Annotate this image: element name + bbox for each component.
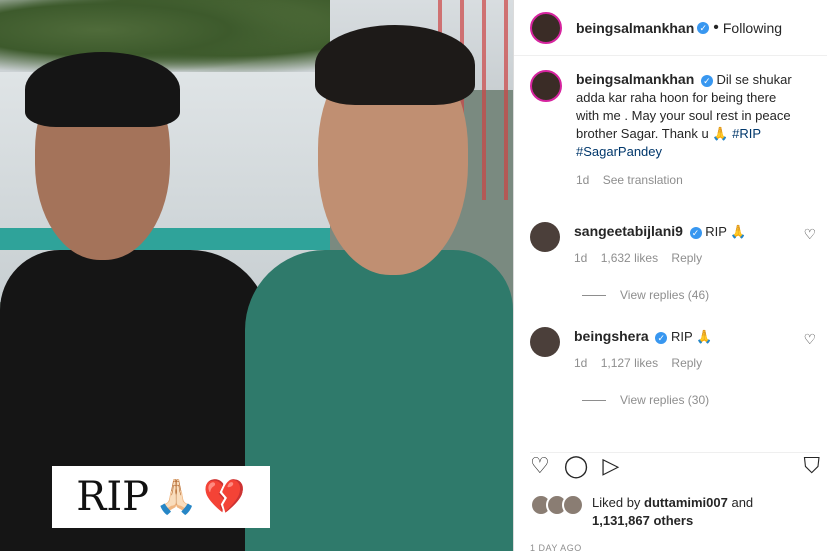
comment-item: beingshera ✓ RIP 🙏 1d 1,127 likes Reply …	[530, 327, 820, 372]
caption-avatar[interactable]	[530, 70, 562, 102]
liker-username[interactable]: duttamimi007	[644, 495, 728, 510]
author-username[interactable]: beingsalmankhan	[576, 20, 694, 36]
like-heart-icon[interactable]: ♡	[530, 453, 550, 479]
view-replies-label: View replies (30)	[620, 393, 710, 407]
comment-username[interactable]: sangeetabijlani9	[574, 223, 683, 239]
comment-likes[interactable]: 1,632 likes	[601, 251, 658, 265]
comment-time: 1d	[574, 251, 588, 265]
verified-badge-icon: ✓	[689, 226, 702, 239]
caption-username[interactable]: beingsalmankhan	[576, 71, 694, 87]
view-replies-button[interactable]: View replies (46)	[582, 288, 709, 302]
comment-avatar[interactable]	[530, 327, 560, 357]
praying-hands-icon: 🙏🏻	[155, 478, 198, 516]
comment-text: RIP 🙏	[670, 329, 713, 344]
verified-badge-icon: ✓	[697, 21, 710, 34]
comment-username[interactable]: beingshera	[574, 328, 649, 344]
comment-text: RIP 🙏	[705, 224, 747, 239]
rip-overlay: RIP 🙏🏻 💔	[52, 466, 270, 528]
likes-mid: and	[727, 495, 754, 510]
view-replies-label: View replies (46)	[620, 288, 710, 302]
comment-like-heart-icon[interactable]: ♡	[803, 331, 816, 348]
likes-summary: Liked by duttamimi007 and 1,131,867 othe…	[530, 494, 753, 530]
likes-count[interactable]: 1,131,867 others	[592, 513, 693, 528]
comment-avatar[interactable]	[530, 222, 560, 252]
photo-person-left-hair	[25, 52, 180, 127]
post-timestamp: 1 DAY AGO	[530, 543, 582, 553]
following-button[interactable]: Following	[723, 20, 782, 36]
rip-overlay-text: RIP	[76, 474, 150, 520]
photo-person-right-body	[245, 250, 513, 551]
comment-time: 1d	[574, 356, 588, 370]
photo-person-right-hair	[315, 25, 475, 105]
likes-prefix: Liked by	[592, 495, 645, 510]
post-caption: beingsalmankhan ✓ Dil se shukar adda kar…	[514, 56, 827, 189]
broken-heart-icon: 💔	[203, 478, 246, 516]
save-bookmark-icon[interactable]: ⛉	[803, 453, 820, 479]
share-paper-plane-icon[interactable]: ▷	[602, 453, 619, 479]
post-header: beingsalmankhan ✓ • Following	[514, 0, 827, 56]
verified-badge-icon: ✓	[700, 74, 713, 87]
verified-badge-icon: ✓	[655, 331, 668, 344]
comment-like-heart-icon[interactable]: ♡	[803, 226, 816, 243]
post-side-panel: beingsalmankhan ✓ • Following beingsalma…	[513, 0, 827, 553]
view-replies-button[interactable]: View replies (30)	[582, 393, 709, 407]
post-actions-bar: ♡ ◯ ▷ ⛉	[530, 452, 820, 479]
comment-bubble-icon[interactable]: ◯	[564, 453, 589, 479]
comment-reply-button[interactable]: Reply	[671, 356, 702, 370]
comment-reply-button[interactable]: Reply	[671, 251, 702, 265]
author-avatar[interactable]	[530, 11, 562, 44]
photo-truck-stripe	[0, 228, 330, 250]
view-replies-line	[582, 399, 606, 401]
liker-avatar	[562, 494, 584, 516]
post-photo: RIP 🙏🏻 💔	[0, 0, 513, 551]
comment-likes[interactable]: 1,127 likes	[601, 356, 658, 370]
view-replies-line	[582, 294, 606, 296]
see-translation-link[interactable]: See translation	[603, 173, 683, 187]
caption-time: 1d	[576, 173, 590, 187]
liker-avatars	[530, 494, 584, 530]
comment-item: sangeetabijlani9 ✓ RIP 🙏 1d 1,632 likes …	[530, 222, 820, 267]
separator-dot: •	[713, 18, 719, 36]
